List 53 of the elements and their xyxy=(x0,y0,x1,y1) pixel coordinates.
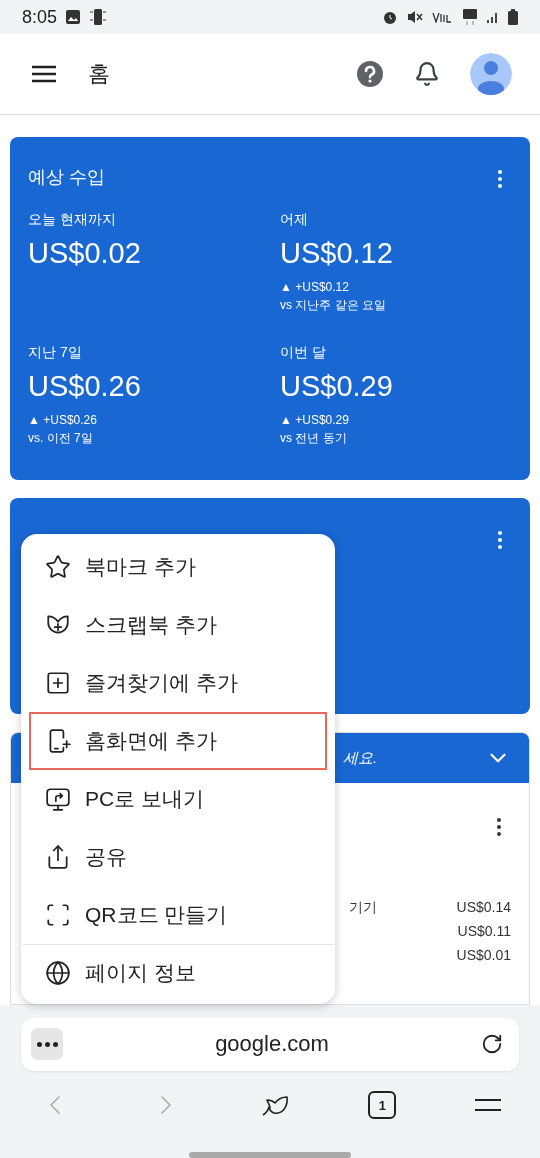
menu-icon[interactable] xyxy=(32,65,56,83)
status-time: 8:05 xyxy=(22,6,58,28)
metric-change: ▲ +US$0.26 xyxy=(28,413,98,427)
row-label: 기기 xyxy=(349,899,377,917)
metric-value: US$0.26 xyxy=(28,370,142,403)
menu-item[interactable]: 즐겨찾기에 추가 xyxy=(29,654,327,712)
metric-change: ▲ +US$0.29 xyxy=(280,413,350,427)
metric-comparison: vs. 이전 7일 xyxy=(28,430,94,447)
metric-value: US$0.02 xyxy=(28,237,142,270)
row-amount: US$0.11 xyxy=(457,923,511,941)
square-plus-icon xyxy=(45,670,71,696)
metric-label: 오늘 현재까지 xyxy=(28,211,117,229)
help-icon[interactable] xyxy=(356,60,384,88)
row-amount: US$0.01 xyxy=(456,947,511,965)
volte-icon xyxy=(432,11,454,23)
metric-value: US$0.12 xyxy=(280,237,394,270)
alarm-icon xyxy=(382,9,398,25)
image-icon xyxy=(65,9,82,25)
menu-item[interactable]: 스크랩북 추가 xyxy=(29,596,327,654)
metric-change: ▲ +US$0.12 xyxy=(280,280,350,294)
phone-icon xyxy=(89,8,108,26)
metric-label: 이번 달 xyxy=(280,344,327,362)
avatar[interactable] xyxy=(470,53,512,95)
card-title: 예상 수입 xyxy=(28,166,105,189)
metric-comparison: vs 지난주 같은 요일 xyxy=(280,297,387,314)
metric-label: 어제 xyxy=(280,211,309,229)
url-text: google.com xyxy=(214,1031,330,1058)
metric-comparison: vs 전년 동기 xyxy=(280,430,348,447)
star-plus-icon xyxy=(45,554,71,580)
more-button[interactable] xyxy=(31,1028,63,1061)
menu-item[interactable]: 공유 xyxy=(29,828,327,886)
monitor-icon xyxy=(45,786,71,812)
menu-item[interactable]: 북마크 추가 xyxy=(29,538,327,596)
mute-icon xyxy=(406,9,424,25)
reload-icon[interactable] xyxy=(481,1033,503,1056)
metric-value: US$0.29 xyxy=(280,370,394,403)
menu-item[interactable]: QR코드 만들기 xyxy=(29,886,327,944)
menu-item[interactable]: 페이지 정보 xyxy=(21,944,335,1002)
row-amount: US$0.14 xyxy=(456,899,511,917)
share-icon xyxy=(45,844,71,870)
battery-icon xyxy=(508,9,518,25)
scan-icon xyxy=(45,902,71,928)
tabs-button[interactable]: 1 xyxy=(368,1091,397,1120)
address-bar[interactable]: google.com xyxy=(21,1018,519,1071)
menu-icon[interactable] xyxy=(474,1098,501,1113)
notification-bell-icon[interactable] xyxy=(414,61,440,87)
menu-item[interactable]: PC로 보내기 xyxy=(29,770,327,828)
menu-item[interactable]: 홈화면에 추가 xyxy=(29,712,327,770)
banner-text: 세요. xyxy=(343,748,378,768)
page-title: 홈 xyxy=(88,60,110,88)
signal-icon xyxy=(486,10,500,24)
globe-icon xyxy=(45,959,71,986)
metric-label: 지난 7일 xyxy=(28,344,83,362)
